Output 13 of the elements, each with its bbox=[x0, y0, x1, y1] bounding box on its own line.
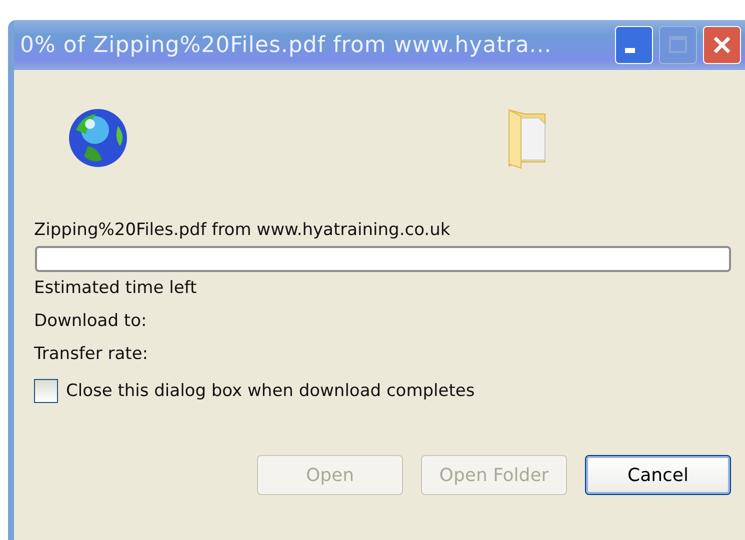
file-source-text: Zipping%20Files.pdf from www.hyatraining.co.uk bbox=[34, 220, 452, 240]
globe-icon bbox=[68, 108, 128, 168]
minimize-button[interactable] bbox=[615, 26, 653, 64]
close-button[interactable] bbox=[703, 26, 741, 64]
dialog-button[interactable]: Cancel bbox=[585, 455, 731, 495]
minimize-icon bbox=[625, 48, 635, 52]
close-when-done-checkbox[interactable]: Close this dialog box when download completes bbox=[34, 379, 731, 403]
field-label: Download to: bbox=[34, 310, 148, 333]
field-label: Estimated time left bbox=[34, 277, 198, 300]
checkbox-label: Close this dialog box when download completes bbox=[66, 381, 475, 401]
maximize-icon bbox=[667, 34, 689, 56]
field-label: Transfer rate: bbox=[34, 343, 150, 366]
window-title: 0% of Zipping%20Files.pdf from www.hyatra... bbox=[20, 32, 552, 58]
